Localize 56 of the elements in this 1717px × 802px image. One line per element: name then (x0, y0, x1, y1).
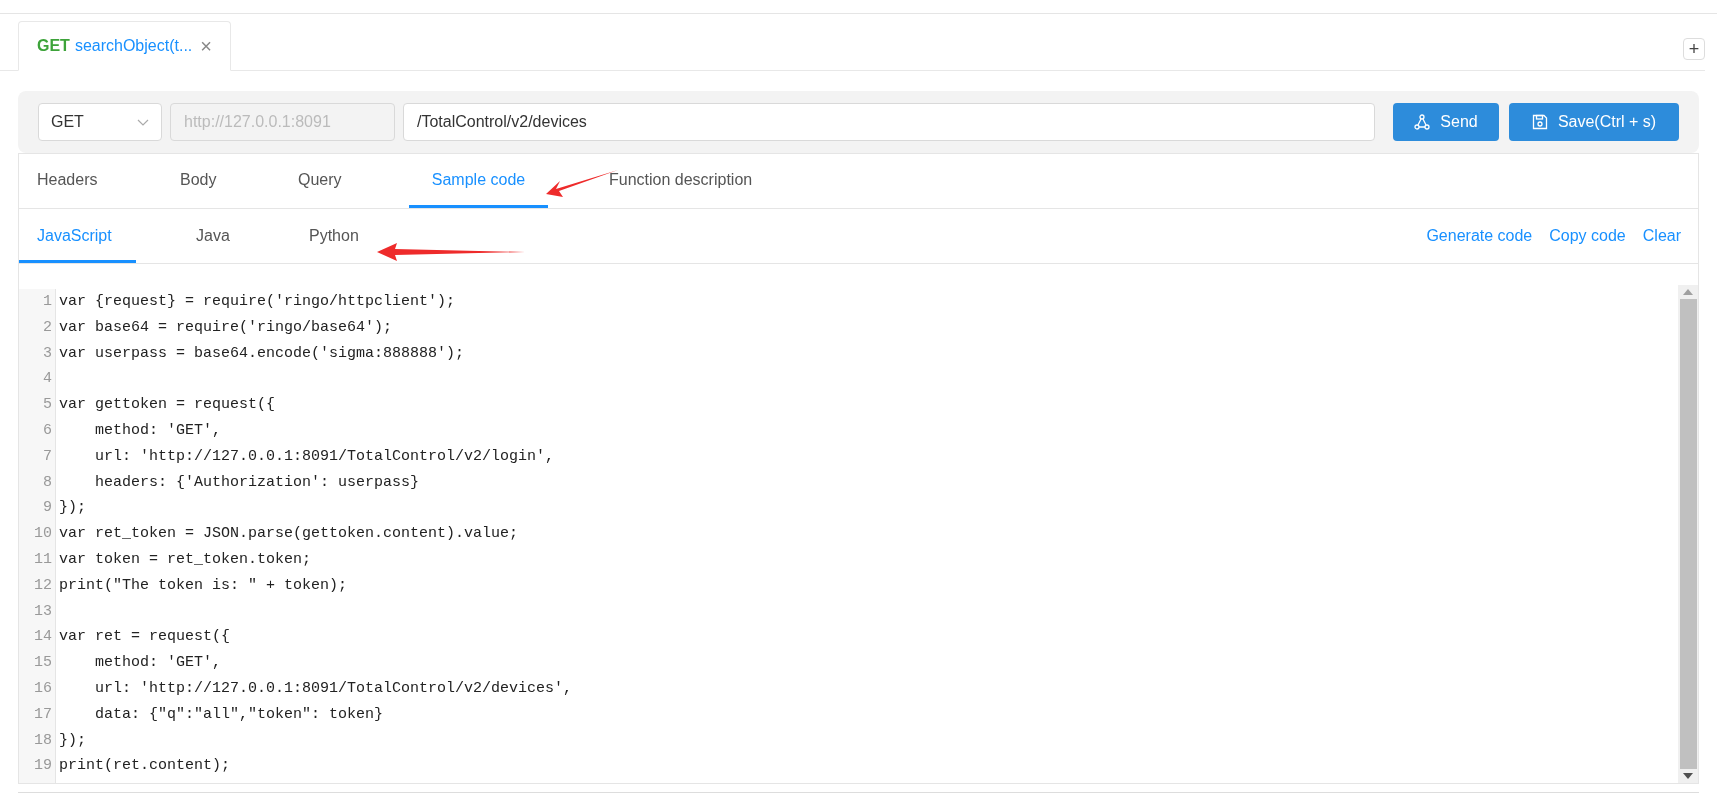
line-number: 2 (42, 317, 52, 338)
language-tab[interactable]: JavaScript (19, 209, 136, 263)
method-label: GET (37, 36, 70, 56)
line-number: 17 (33, 704, 52, 725)
code-line: var {request} = require('ringo/httpclient'); (59, 292, 457, 312)
action-link[interactable]: Generate code (1426, 209, 1550, 263)
line-number: 4 (42, 369, 52, 390)
code-line: }); (59, 498, 87, 519)
code-line: var userpass = base64.encode('sigma:888888'); (59, 343, 466, 364)
code-line: print(ret.content); (59, 756, 232, 777)
code-line: var ret = request({ (59, 627, 232, 648)
line-number: 11 (33, 549, 52, 570)
tab[interactable]: Query (280, 154, 409, 208)
line-number: 12 (33, 575, 52, 596)
tab[interactable]: Function description (591, 154, 771, 208)
action-link[interactable]: Clear (1642, 209, 1698, 263)
language-tab[interactable]: Java (178, 209, 291, 263)
language-tab[interactable]: Python (291, 209, 377, 263)
code-line: var gettoken = request({ (59, 395, 277, 416)
save-button[interactable]: Save(Ctrl + s) (1509, 103, 1679, 141)
request-tab[interactable]: GET searchObject(t... × (18, 21, 231, 71)
tab[interactable]: Headers (19, 154, 162, 208)
line-number: 18 (33, 730, 52, 751)
code-line: data: {"q":"all","token": token} (94, 704, 385, 725)
code-line: var base64 = require('ringo/base64'); (59, 317, 394, 338)
line-number: 5 (42, 395, 52, 416)
line-number: 19 (33, 756, 52, 777)
line-number: 13 (33, 601, 52, 622)
send-button[interactable]: Send (1393, 103, 1499, 141)
code-line: headers: {'Authorization': userpass} (94, 472, 421, 493)
line-number: 6 (42, 421, 52, 441)
code-line: var token = ret_token.token; (59, 549, 313, 570)
line-number: 16 (33, 678, 52, 699)
line-number: 8 (42, 472, 52, 493)
code-line: method: 'GET', (94, 421, 223, 441)
tab[interactable]: Body (162, 154, 280, 208)
tab[interactable]: Sample code (409, 154, 548, 208)
line-number: 1 (42, 292, 52, 312)
line-number: 7 (42, 446, 52, 467)
code-line: print("The token is: " + token); (59, 575, 349, 596)
close-button[interactable]: × (200, 36, 212, 56)
code-line: }); (59, 730, 87, 751)
line-number: 3 (42, 343, 52, 364)
code-line: var ret_token = JSON.parse(gettoken.content).value; (59, 524, 520, 545)
action-link[interactable]: Copy code (1549, 209, 1643, 263)
tab-title: searchObject(t... (74, 36, 193, 56)
add-tab-button[interactable]: + (1683, 38, 1705, 60)
path-field[interactable]: /TotalControl/v2/devices (403, 103, 1375, 141)
code-line: url: 'http://127.0.0.1:8091/TotalControl/v2/login', (94, 446, 556, 467)
line-number: 14 (33, 627, 52, 648)
line-number: 10 (33, 524, 52, 545)
code-line: url: 'http://127.0.0.1:8091/TotalControl/v2/devices', (94, 678, 573, 699)
line-number: 9 (42, 498, 52, 519)
line-number: 15 (33, 653, 52, 674)
code-line: method: 'GET', (94, 653, 223, 674)
method-select[interactable]: GET (38, 103, 162, 141)
